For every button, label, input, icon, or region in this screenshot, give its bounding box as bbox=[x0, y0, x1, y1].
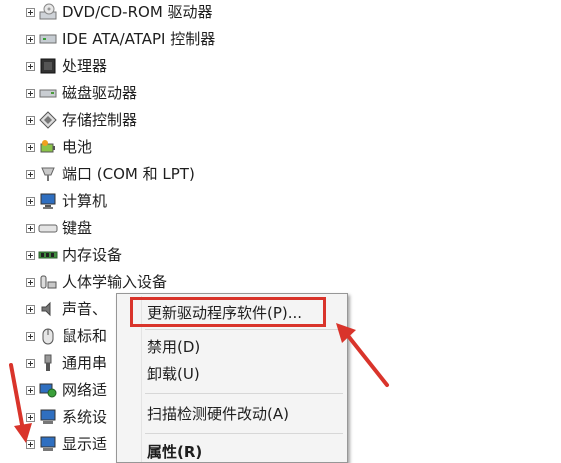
arrow-to-display-adapter bbox=[9, 363, 32, 443]
annotation-arrows bbox=[9, 323, 389, 443]
arrow-to-menu-item bbox=[336, 323, 389, 387]
